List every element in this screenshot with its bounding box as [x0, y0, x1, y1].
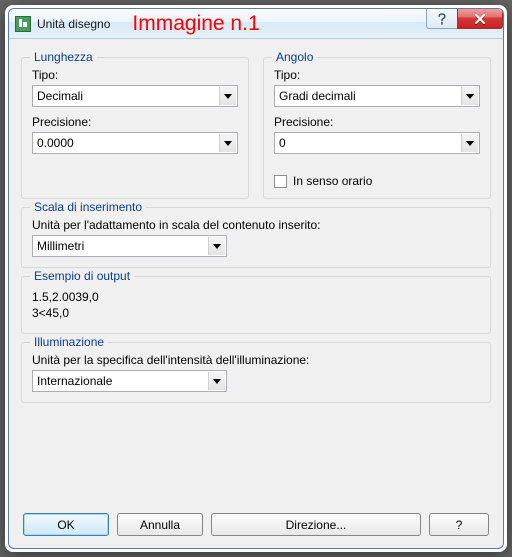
angle-group: Angolo Tipo: Gradi decimali Precisione: … — [263, 57, 491, 199]
clockwise-label: In senso orario — [293, 174, 372, 188]
chevron-down-icon — [461, 134, 478, 152]
window-title: Unità disegno — [37, 17, 110, 31]
lighting-group: Illuminazione Unità per la specifica del… — [21, 342, 491, 403]
lighting-units-value: Internazionale — [37, 374, 112, 388]
length-precision-value: 0.0000 — [37, 136, 74, 150]
angle-precision-value: 0 — [279, 136, 286, 150]
help-button[interactable]: ? — [429, 513, 489, 536]
lighting-desc: Unità per la specifica dell'intensità de… — [32, 353, 480, 367]
ok-button[interactable]: OK — [23, 513, 109, 536]
angle-precision-select[interactable]: 0 — [274, 132, 480, 154]
sample-line2: 3<45,0 — [32, 305, 480, 321]
close-button[interactable] — [457, 9, 503, 29]
direction-button[interactable]: Direzione... — [211, 513, 421, 536]
length-group: Lunghezza Tipo: Decimali Precisione: 0.0… — [21, 57, 249, 199]
chevron-down-icon — [208, 372, 225, 390]
ok-button-label: OK — [57, 518, 74, 532]
length-legend: Lunghezza — [30, 50, 97, 64]
angle-type-label: Tipo: — [274, 68, 480, 82]
lighting-legend: Illuminazione — [30, 335, 108, 349]
clockwise-checkbox[interactable] — [274, 175, 287, 188]
length-type-value: Decimali — [37, 89, 83, 103]
sample-output-group: Esempio di output 1.5,2.0039,0 3<45,0 — [21, 276, 491, 334]
angle-type-value: Gradi decimali — [279, 89, 356, 103]
chevron-down-icon — [219, 87, 236, 105]
chevron-down-icon — [461, 87, 478, 105]
insertion-legend: Scala di inserimento — [30, 200, 146, 214]
insertion-desc: Unità per l'adattamento in scala del con… — [32, 218, 480, 232]
chevron-down-icon — [208, 237, 225, 255]
insertion-units-select[interactable]: Millimetri — [32, 235, 227, 257]
titlebar-help-button[interactable] — [426, 9, 458, 29]
chevron-down-icon — [219, 134, 236, 152]
length-type-label: Tipo: — [32, 68, 238, 82]
angle-precision-label: Precisione: — [274, 115, 480, 129]
direction-button-label: Direzione... — [286, 518, 347, 532]
length-type-select[interactable]: Decimali — [32, 85, 238, 107]
titlebar: Unità disegno Immagine n.1 — [9, 9, 503, 39]
button-bar: OK Annulla Direzione... ? — [21, 513, 491, 536]
lighting-units-select[interactable]: Internazionale — [32, 370, 227, 392]
angle-legend: Angolo — [272, 50, 317, 64]
length-precision-select[interactable]: 0.0000 — [32, 132, 238, 154]
angle-type-select[interactable]: Gradi decimali — [274, 85, 480, 107]
cancel-button[interactable]: Annulla — [117, 513, 203, 536]
annotation-label: Immagine n.1 — [132, 12, 259, 36]
help-button-label: ? — [456, 518, 463, 532]
cancel-button-label: Annulla — [140, 518, 180, 532]
length-precision-label: Precisione: — [32, 115, 238, 129]
sample-line1: 1.5,2.0039,0 — [32, 289, 480, 305]
dialog-window: Unità disegno Immagine n.1 Lunghezza Tip… — [8, 8, 504, 549]
insertion-scale-group: Scala di inserimento Unità per l'adattam… — [21, 207, 491, 268]
sample-legend: Esempio di output — [30, 269, 134, 283]
insertion-units-value: Millimetri — [37, 239, 84, 253]
app-icon — [15, 16, 31, 32]
